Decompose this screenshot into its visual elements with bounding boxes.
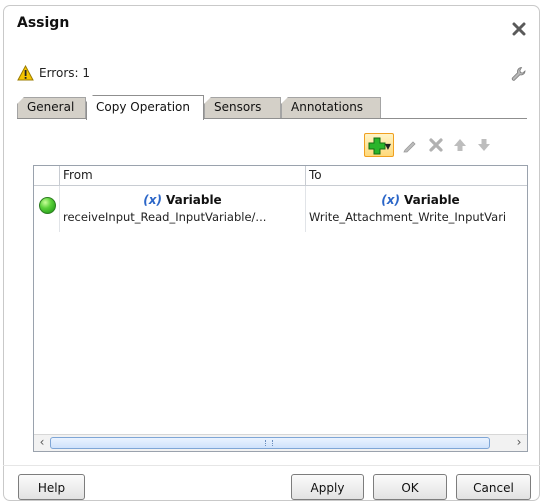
arrow-up-icon[interactable]: [452, 137, 468, 153]
arrow-down-icon[interactable]: [476, 137, 492, 153]
variable-icon: (x): [381, 193, 400, 207]
copy-rules-toolbar: ▼: [364, 130, 534, 160]
cancel-button[interactable]: Cancel: [456, 474, 531, 500]
tab-general[interactable]: General: [17, 97, 86, 119]
errors-indicator[interactable]: Errors: 1: [17, 63, 90, 83]
dialog-title: Assign: [17, 15, 70, 31]
tab-bar: General Copy Operation Sensors Annotatio…: [17, 93, 527, 120]
ok-button[interactable]: OK: [373, 474, 447, 500]
from-path: receiveInput_Read_InputVariable/...: [63, 210, 267, 224]
tab-sensors[interactable]: Sensors: [204, 97, 281, 119]
help-button[interactable]: Help: [18, 474, 85, 500]
apply-button[interactable]: Apply: [291, 474, 364, 500]
wrench-icon[interactable]: [510, 65, 528, 83]
delete-x-icon[interactable]: [428, 137, 444, 153]
column-header-from[interactable]: From: [59, 166, 305, 186]
from-cell[interactable]: (x) Variable receiveInput_Read_InputVaria…: [59, 186, 305, 232]
scroll-left-icon[interactable]: ‹: [34, 435, 50, 451]
to-path: Write_Attachment_Write_InputVari: [309, 210, 507, 224]
button-separator: [3, 465, 540, 466]
to-cell[interactable]: (x) Variable Write_Attachment_Write_Input…: [305, 186, 527, 232]
from-kind: Variable: [166, 193, 222, 207]
add-plus-icon: [368, 137, 386, 155]
table-row[interactable]: (x) Variable receiveInput_Read_InputVaria…: [34, 186, 527, 232]
to-kind: Variable: [404, 193, 460, 207]
table-header: From To: [34, 166, 527, 186]
close-icon[interactable]: [512, 22, 526, 36]
variable-icon: (x): [143, 193, 162, 207]
status-ok-icon: [39, 197, 56, 214]
errors-label: Errors: 1: [39, 66, 90, 80]
copy-rules-table: From To (x) Variable receiveInput_Read_In…: [33, 165, 528, 452]
tab-annotations[interactable]: Annotations: [281, 97, 381, 119]
grip-icon: [265, 440, 273, 446]
scrollbar-thumb[interactable]: [50, 437, 490, 449]
scroll-right-icon[interactable]: ›: [511, 435, 527, 451]
tab-copy-operation[interactable]: Copy Operation: [86, 95, 204, 120]
warning-icon: [17, 65, 34, 81]
column-header-to[interactable]: To: [305, 166, 527, 186]
add-button[interactable]: ▼: [364, 133, 394, 157]
pencil-icon[interactable]: [402, 137, 418, 153]
horizontal-scrollbar[interactable]: ‹ ›: [34, 434, 527, 451]
chevron-down-icon: ▼: [384, 142, 391, 151]
